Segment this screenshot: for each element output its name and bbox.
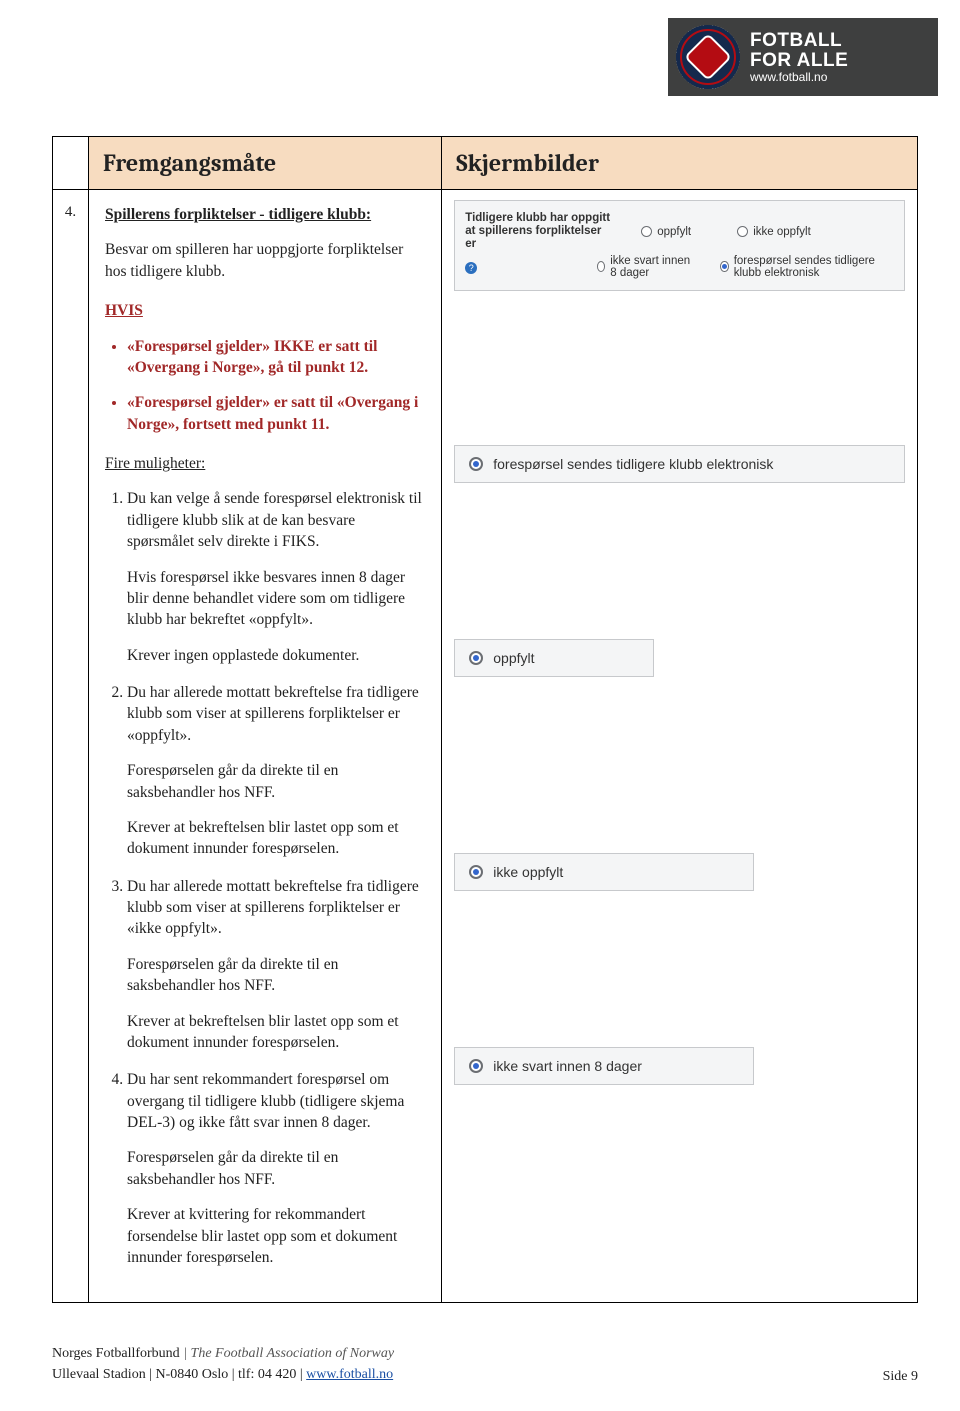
table-header-row: Fremgangsmåte Skjermbilder <box>53 137 918 190</box>
option-item: Du kan velge å sende forespørsel elektro… <box>127 488 425 666</box>
radio-option[interactable]: forespørsel sendes tidligere klubb elekt… <box>720 255 894 279</box>
panel-label: Tidligere klubb har oppgitt at spilleren… <box>465 212 615 252</box>
page: FOTBALL FOR ALLE www.fotball.no Fremgang… <box>0 0 960 1411</box>
page-number: Side 9 <box>883 1369 918 1385</box>
radio-option[interactable]: ikke svart innen 8 dager <box>597 255 694 279</box>
table-row: 4. Spillerens forpliktelser - tidligere … <box>53 190 918 1303</box>
help-icon[interactable]: ? <box>465 262 477 274</box>
fire-muligheter-label: Fire muligheter: <box>105 453 425 474</box>
radio-icon <box>469 1059 483 1073</box>
radio-label: forespørsel sendes tidligere klubb elekt… <box>493 456 773 472</box>
option-main: Du har allerede mottatt bekreftelse fra … <box>127 878 419 938</box>
brand-text: FOTBALL FOR ALLE www.fotball.no <box>750 31 848 83</box>
radio-icon <box>469 651 483 665</box>
radio-option[interactable]: oppfylt <box>641 226 711 238</box>
radio-box-ikke-oppfylt[interactable]: ikke oppfylt <box>454 853 754 891</box>
option-sub: Forespørselen går da direkte til en saks… <box>127 954 425 997</box>
radio-box-elektronisk[interactable]: forespørsel sendes tidligere klubb elekt… <box>454 445 905 483</box>
option-main: Du har allerede mottatt bekreftelse fra … <box>127 684 419 744</box>
radio-label: ikke svart innen 8 dager <box>493 1058 642 1074</box>
footer-link[interactable]: www.fotball.no <box>306 1367 393 1382</box>
section-title: Spillerens forpliktelser - tidligere klu… <box>105 204 425 225</box>
option-sub: Krever ingen opplastede dokumenter. <box>127 645 425 666</box>
radio-icon <box>720 261 728 272</box>
right-column: Tidligere klubb har oppgitt at spilleren… <box>442 190 918 1303</box>
radio-label: forespørsel sendes tidligere klubb elekt… <box>734 255 894 279</box>
spacer <box>454 909 905 1039</box>
red-bullet-list: «Forespørsel gjelder» IKKE er satt til «… <box>127 336 425 436</box>
red-bullet: «Forespørsel gjelder» er satt til «Overg… <box>127 392 425 435</box>
radio-label: ikke svart innen 8 dager <box>610 255 694 279</box>
radio-label: oppfylt <box>493 650 534 666</box>
option-item: Du har allerede mottatt bekreftelse fra … <box>127 682 425 860</box>
radio-label: ikke oppfylt <box>753 226 811 238</box>
radio-option[interactable]: ikke oppfylt <box>737 226 811 238</box>
radio-label: ikke oppfylt <box>493 864 563 880</box>
radio-label: oppfylt <box>657 226 691 238</box>
spacer <box>454 297 905 437</box>
page-footer: Norges Fotballforbund | The Football Ass… <box>52 1343 918 1385</box>
step-number: 4. <box>53 190 89 1303</box>
option-sub: Forespørselen går da direkte til en saks… <box>127 760 425 803</box>
option-sub: Krever at bekreftelsen blir lastet opp s… <box>127 817 425 860</box>
footer-left: Norges Fotballforbund | The Football Ass… <box>52 1343 394 1385</box>
hvis-label: HVIS <box>105 300 425 321</box>
left-column: Spillerens forpliktelser - tidligere klu… <box>89 190 442 1303</box>
footer-org-en: | The Football Association of Norway <box>180 1346 394 1361</box>
radio-icon <box>641 226 652 237</box>
option-main: Du har sent rekommandert forespørsel om … <box>127 1071 404 1131</box>
brand-url: www.fotball.no <box>750 71 848 84</box>
option-item: Du har sent rekommandert forespørsel om … <box>127 1069 425 1268</box>
option-main: Du kan velge å sende forespørsel elektro… <box>127 490 422 550</box>
radio-icon <box>469 457 483 471</box>
option-sub: Krever at bekreftelsen blir lastet opp s… <box>127 1011 425 1054</box>
red-bullet: «Forespørsel gjelder» IKKE er satt til «… <box>127 336 425 379</box>
option-sub: Hvis forespørsel ikke besvares innen 8 d… <box>127 567 425 631</box>
brand-line-1: FOTBALL <box>750 31 848 51</box>
header-spacer <box>53 137 89 190</box>
top-radio-panel: Tidligere klubb har oppgitt at spilleren… <box>454 200 905 291</box>
radio-box-oppfylt[interactable]: oppfylt <box>454 639 654 677</box>
option-sub: Krever at kvittering for rekommandert fo… <box>127 1204 425 1268</box>
spacer <box>454 501 905 631</box>
content-table: Fremgangsmåte Skjermbilder 4. Spillerens… <box>52 136 918 1303</box>
header-right: Skjermbilder <box>442 137 918 190</box>
footer-org: Norges Fotballforbund <box>52 1346 180 1361</box>
option-sub: Forespørselen går da direkte til en saks… <box>127 1147 425 1190</box>
radio-icon <box>597 261 605 272</box>
nff-logo-icon <box>676 25 740 89</box>
options-list: Du kan velge å sende forespørsel elektro… <box>127 488 425 1268</box>
radio-box-ikke-svart[interactable]: ikke svart innen 8 dager <box>454 1047 754 1085</box>
option-item: Du har allerede mottatt bekreftelse fra … <box>127 876 425 1054</box>
brand-badge: FOTBALL FOR ALLE www.fotball.no <box>668 18 938 96</box>
intro-text: Besvar om spilleren har uoppgjorte forpl… <box>105 239 425 282</box>
radio-icon <box>469 865 483 879</box>
footer-address: Ullevaal Stadion | N-0840 Oslo | tlf: 04… <box>52 1367 306 1382</box>
header-left: Fremgangsmåte <box>89 137 442 190</box>
brand-line-2: FOR ALLE <box>750 51 848 71</box>
radio-icon <box>737 226 748 237</box>
spacer <box>454 695 905 845</box>
